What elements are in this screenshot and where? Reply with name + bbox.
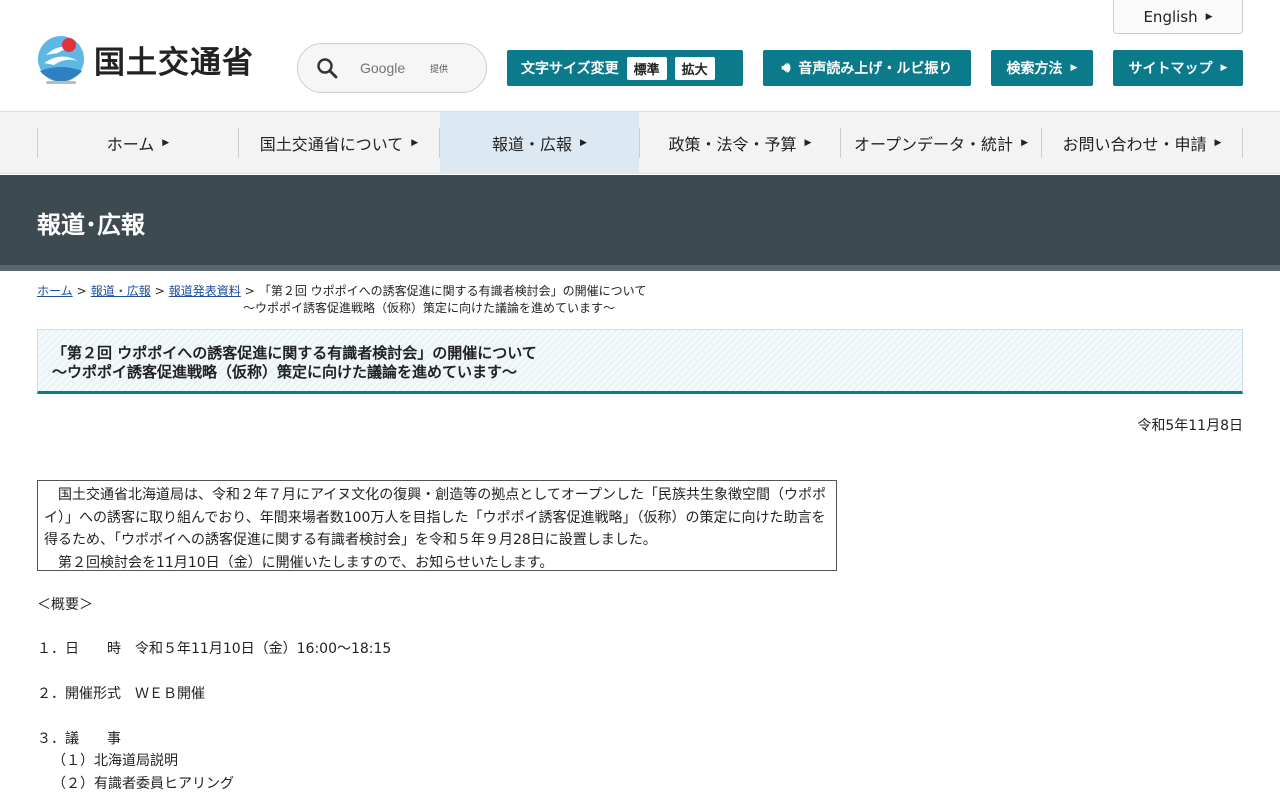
summary-paragraph: 国土交通省北海道局は、令和２年７月にアイヌ文化の復興・創造等の拠点としてオープン… <box>44 487 827 548</box>
site-header: 国土交通省 English ▶ 提供 文字サイズ変更 標準 拡大 🔊︎ 音声読み… <box>0 0 1280 112</box>
nav-divider <box>1242 128 1243 158</box>
sitemap-button[interactable]: サイトマップ ▶ <box>1113 50 1243 86</box>
article-subtitle: ～ウポポイ誘客促進戦略（仮称）策定に向けた議論を進めています～ <box>52 363 518 381</box>
overview-item-format: ２．開催形式 ＷＥＢ開催 <box>37 686 205 702</box>
banner-divider <box>0 265 1280 271</box>
nav-item-label: 政策・法令・予算 <box>668 135 797 154</box>
overview-item-agenda: ３．議 事 <box>37 731 121 747</box>
nav-item-contact[interactable]: お問い合わせ・申請 ▶ <box>1042 112 1242 174</box>
speaker-icon: 🔊︎ <box>781 60 791 76</box>
triangle-right-icon: ▶ <box>1220 63 1228 73</box>
font-size-control: 文字サイズ変更 標準 拡大 <box>507 50 743 86</box>
site-logo[interactable]: 国土交通省 <box>36 33 254 85</box>
english-link[interactable]: English ▶ <box>1113 0 1243 34</box>
google-provided-label: 提供 <box>430 64 449 75</box>
logo-text: 国土交通省 <box>94 44 254 81</box>
nav-item-label: ホーム <box>106 135 155 154</box>
nav-item-about[interactable]: 国土交通省について ▶ <box>239 112 439 174</box>
triangle-right-icon: ▶ <box>804 138 812 148</box>
triangle-right-icon: ▶ <box>1070 63 1078 73</box>
voice-ruby-label: 音声読み上げ・ルビ振り <box>798 61 953 77</box>
triangle-right-icon: ▶ <box>580 138 587 148</box>
breadcrumb-current: 「第２回 ウポポイへの誘客促進に関する有識者検討会」の開催について <box>258 284 647 298</box>
breadcrumb-press-link[interactable]: 報道・広報 <box>91 284 151 298</box>
article-title-box: 「第２回 ウポポイへの誘客促進に関する有識者検討会」の開催について ～ウポポイ誘… <box>37 329 1243 394</box>
triangle-right-icon: ▶ <box>411 138 419 148</box>
agenda-item: （２）有識者委員ヒアリング <box>52 776 234 792</box>
english-label: English <box>1143 7 1198 26</box>
breadcrumb-home-link[interactable]: ホーム <box>37 284 73 298</box>
search-method-label: 検索方法 <box>1006 61 1063 77</box>
triangle-right-icon: ▶ <box>1205 11 1213 22</box>
section-title: 報道･広報 <box>37 211 145 239</box>
summary-paragraph: 第２回検討会を11月10日（金）に開催いたしますので、お知らせいたします。 <box>58 554 554 571</box>
triangle-right-icon: ▶ <box>1214 138 1222 148</box>
breadcrumb-current-subtitle: ～ウポポイ誘客促進戦略（仮称）策定に向けた議論を進めています～ <box>243 301 616 315</box>
global-nav: ホーム ▶ 国土交通省について ▶ 報道・広報 ▶ 政策・法令・予算 ▶ オープンデータ… <box>0 112 1280 174</box>
nav-item-press[interactable]: 報道・広報 ▶ <box>440 112 639 174</box>
nav-item-label: 国土交通省について <box>259 135 404 154</box>
triangle-right-icon: ▶ <box>1021 138 1028 148</box>
font-size-label: 文字サイズ変更 <box>521 61 619 77</box>
breadcrumb-releases-link[interactable]: 報道発表資料 <box>169 284 241 298</box>
sitemap-label: サイトマップ <box>1128 61 1213 77</box>
breadcrumb-separator: > <box>244 284 255 298</box>
search-input[interactable] <box>360 60 470 76</box>
breadcrumb-separator: > <box>154 284 165 298</box>
overview-heading: ＜概要＞ <box>37 597 93 613</box>
overview-item-datetime: １．日 時 令和５年11月10日（金）16:00～18:15 <box>37 641 392 657</box>
triangle-right-icon: ▶ <box>162 138 170 148</box>
search-icon[interactable] <box>316 57 338 79</box>
section-banner: 報道･広報 <box>0 175 1280 265</box>
publish-date: 令和5年11月8日 <box>1137 418 1243 434</box>
breadcrumb: ホーム > 報道・広報 > 報道発表資料 > 「第２回 ウポポイへの誘客促進に関する有識者検… <box>37 283 737 317</box>
font-size-large-button[interactable]: 拡大 <box>674 56 715 80</box>
summary-box: 国土交通省北海道局は、令和２年７月にアイヌ文化の復興・創造等の拠点としてオープン… <box>37 480 837 571</box>
article-title: 「第２回 ウポポイへの誘客促進に関する有識者検討会」の開催について <box>52 344 537 362</box>
nav-item-policy[interactable]: 政策・法令・予算 ▶ <box>640 112 840 174</box>
nav-item-opendata[interactable]: オープンデータ・統計 ▶ <box>841 112 1041 174</box>
nav-item-home[interactable]: ホーム ▶ <box>38 112 238 174</box>
font-size-standard-button[interactable]: 標準 <box>626 56 667 80</box>
voice-ruby-button[interactable]: 🔊︎ 音声読み上げ・ルビ振り <box>763 50 971 86</box>
nav-item-label: お問い合わせ・申請 <box>1062 135 1207 154</box>
nav-item-label: 報道・広報 <box>492 135 573 154</box>
site-search[interactable]: 提供 <box>297 43 487 93</box>
nav-item-label: オープンデータ・統計 <box>854 135 1014 154</box>
breadcrumb-separator: > <box>76 284 87 298</box>
search-method-button[interactable]: 検索方法 ▶ <box>991 50 1093 86</box>
agenda-item: （１）北海道局説明 <box>52 753 178 769</box>
mlit-logo-icon <box>38 36 84 84</box>
